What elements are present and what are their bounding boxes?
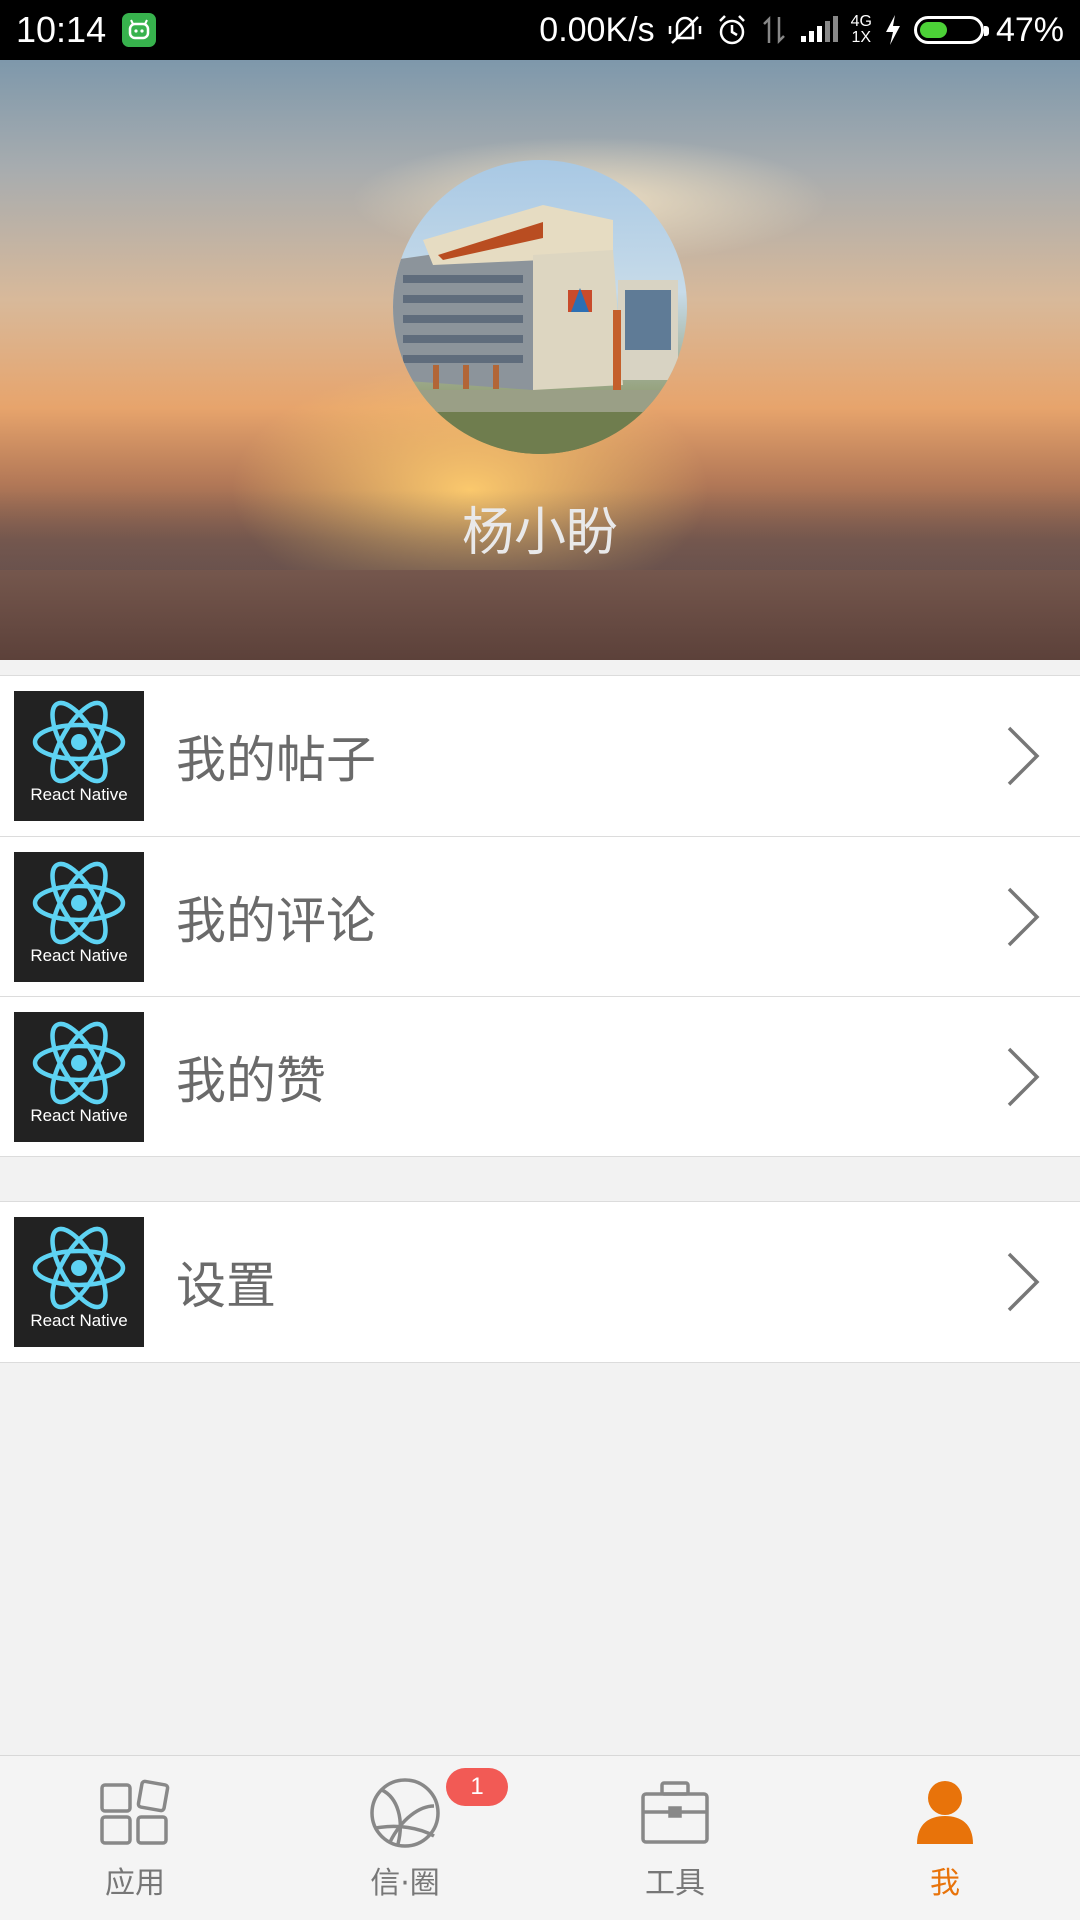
react-native-logo-text: React Native	[30, 945, 128, 965]
bottom-tab-bar: 应用 1 信·圈 工具 我	[0, 1755, 1080, 1920]
tab-label: 工具	[645, 1866, 705, 1901]
react-native-logo-icon: React Native	[14, 1011, 144, 1142]
react-native-logo-text: React Native	[30, 1311, 128, 1330]
tab-label: 信·圈	[370, 1866, 440, 1901]
chevron-right-icon	[1006, 1046, 1040, 1108]
toolbox-icon	[640, 1776, 710, 1850]
tab-tools[interactable]: 工具	[540, 1756, 810, 1920]
alarm-icon	[715, 13, 749, 47]
notification-badge: 1	[446, 1768, 508, 1806]
menu-item-label: 我的赞	[176, 1051, 326, 1110]
apps-icon	[99, 1776, 171, 1850]
menu-item-my-posts[interactable]: React Native 我的帖子	[0, 676, 1080, 836]
network-speed: 0.00K/s	[539, 10, 655, 49]
react-native-logo-icon: React Native	[14, 1217, 144, 1347]
chevron-right-icon	[1006, 886, 1040, 948]
circle-icon	[368, 1776, 442, 1850]
react-native-logo-icon: React Native	[14, 851, 144, 982]
menu-item-settings[interactable]: React Native 设置	[0, 1202, 1080, 1362]
vibrate-off-icon	[667, 12, 703, 48]
menu-group-activity: React Native 我的帖子 React Native 我的评论 Reac…	[0, 675, 1080, 1157]
username: 杨小盼	[461, 503, 618, 563]
header-water	[0, 570, 1080, 660]
status-bar: 10:14 0.00K/s 4G 1X 47%	[0, 0, 1080, 60]
chevron-right-icon	[1006, 1251, 1040, 1313]
tab-label: 应用	[105, 1866, 165, 1901]
battery-icon	[913, 16, 989, 44]
charging-icon	[884, 14, 902, 46]
chevron-right-icon	[1006, 725, 1040, 787]
react-native-logo-text: React Native	[30, 785, 128, 804]
menu-item-my-comments[interactable]: React Native 我的评论	[0, 836, 1080, 996]
react-native-logo-icon: React Native	[14, 691, 144, 821]
menu-item-label: 设置	[176, 1257, 276, 1315]
signal-icon	[799, 16, 839, 44]
menu-item-label: 我的评论	[176, 891, 376, 950]
tab-apps[interactable]: 应用	[0, 1756, 270, 1920]
person-icon	[915, 1776, 975, 1850]
tab-me[interactable]: 我	[810, 1756, 1080, 1920]
status-time: 10:14	[16, 9, 107, 50]
avatar[interactable]	[393, 160, 687, 454]
profile-header: 杨小盼	[0, 60, 1080, 660]
battery-level-fill	[919, 22, 948, 38]
data-transfer-icon	[761, 15, 787, 45]
tab-circle[interactable]: 1 信·圈	[270, 1756, 540, 1920]
menu-item-label: 我的帖子	[176, 731, 376, 789]
menu-group-settings: React Native 设置	[0, 1201, 1080, 1363]
network-type: 4G 1X	[850, 13, 872, 46]
battery-percent: 47%	[995, 10, 1064, 49]
react-native-logo-text: React Native	[30, 1105, 128, 1125]
app-notification-icon	[122, 13, 157, 47]
tab-label: 我	[930, 1866, 960, 1901]
menu-item-my-likes[interactable]: React Native 我的赞	[0, 996, 1080, 1156]
